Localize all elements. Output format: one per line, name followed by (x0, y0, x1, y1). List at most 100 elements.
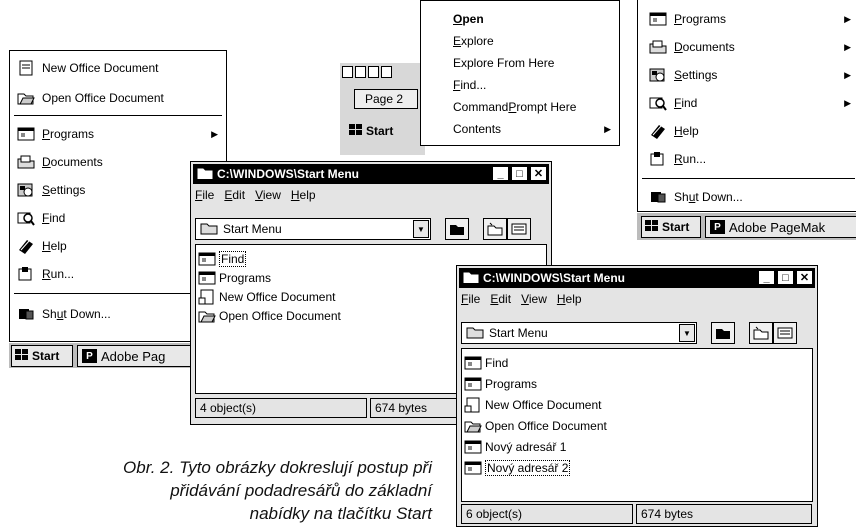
programs-folder-icon (198, 270, 216, 286)
menu-file[interactable]: File (461, 292, 480, 306)
menu-item-help[interactable]: Help (16, 235, 67, 257)
settings-icon (648, 66, 668, 84)
menu-item-label: Run... (42, 267, 75, 281)
align-icon[interactable] (368, 66, 379, 78)
chevron-down-icon[interactable]: ▼ (679, 324, 695, 342)
start-button-background[interactable]: Start (346, 119, 424, 143)
align-icon[interactable] (355, 66, 366, 78)
menu-item-label: Settings (42, 183, 86, 197)
up-folder-button[interactable] (711, 322, 735, 344)
menu-edit[interactable]: Edit (224, 188, 245, 202)
menu-item-documents[interactable]: Documents (16, 151, 103, 173)
menu-item-settings[interactable]: Settings (16, 179, 85, 201)
new-folder-button[interactable] (483, 218, 507, 240)
start-button[interactable]: Start (641, 216, 701, 238)
context-item-contents[interactable]: Contents ▶ (453, 119, 619, 139)
address-combo[interactable]: Start Menu ▼ (195, 218, 431, 240)
menu-item-label: New Office Document (42, 61, 159, 75)
find-icon (16, 209, 36, 227)
minimize-button[interactable]: _ (758, 270, 775, 285)
align-icon[interactable] (381, 66, 392, 78)
title-bar[interactable]: C:\WINDOWS\Start Menu _ □ ✕ (193, 164, 549, 184)
submenu-arrow-icon: ▶ (844, 97, 851, 108)
status-bar: 6 object(s) 674 bytes (461, 504, 812, 524)
find-icon (648, 94, 668, 112)
close-button[interactable]: ✕ (796, 270, 813, 285)
submenu-arrow-icon: ▶ (844, 13, 851, 24)
menu-help[interactable]: Help (557, 292, 582, 306)
context-item-explore-from-here[interactable]: Explore From Here (453, 53, 554, 73)
menu-item-find[interactable]: Find (16, 207, 65, 229)
window-title: C:\WINDOWS\Start Menu (217, 167, 359, 181)
menu-separator (642, 178, 855, 179)
chevron-down-icon[interactable]: ▼ (413, 220, 429, 238)
caption-line-3: nabídky na tlačítku Start (249, 504, 432, 523)
start-button[interactable]: Start (11, 345, 73, 367)
explorer-window-2: C:\WINDOWS\Start Menu _ □ ✕ File Edit Vi… (456, 265, 818, 527)
view-button[interactable] (773, 322, 797, 344)
submenu-arrow-icon: ▶ (604, 123, 611, 134)
open-folder-icon (16, 89, 36, 107)
run-icon (648, 150, 668, 168)
menu-item-find[interactable]: Find ▶ (648, 92, 856, 114)
menu-item-shut-down[interactable]: Shut Down... (648, 186, 743, 208)
menu-item-documents[interactable]: Documents ▶ (648, 36, 856, 58)
maximize-button[interactable]: □ (777, 270, 794, 285)
menu-file[interactable]: File (195, 188, 214, 202)
menu-item-open-office-document[interactable]: Open Office Document (16, 87, 164, 109)
menu-item-settings[interactable]: Settings ▶ (648, 64, 856, 86)
windows-logo-icon (645, 219, 659, 235)
menu-item-new-office-document[interactable]: New Office Document (16, 57, 159, 79)
programs-folder-icon (464, 376, 482, 392)
caption-line-2: přidávání podadresářů do základní (170, 481, 432, 500)
window-title: C:\WINDOWS\Start Menu (483, 271, 625, 285)
menu-view[interactable]: View (255, 188, 281, 202)
shut-down-icon (16, 305, 36, 323)
pagemaker-icon: P (82, 349, 97, 363)
maximize-button[interactable]: □ (511, 166, 528, 181)
file-list: Find Programs New Office Document Open O… (461, 348, 813, 502)
list-item[interactable]: Open Office Document (198, 306, 341, 325)
list-item[interactable]: Find (464, 353, 508, 372)
menu-bar: File Edit View Help (195, 186, 316, 204)
new-document-icon (16, 59, 36, 77)
context-item-command-prompt[interactable]: Command Prompt Here (453, 97, 576, 117)
background-toolbar: Page 2 Start (340, 63, 425, 155)
page-tab[interactable]: Page 2 (354, 89, 418, 109)
list-item[interactable]: Nový adresář 1 (464, 437, 566, 456)
title-bar[interactable]: C:\WINDOWS\Start Menu _ □ ✕ (459, 268, 815, 288)
up-folder-button[interactable] (445, 218, 469, 240)
context-item-open[interactable]: Open (453, 9, 484, 29)
menu-item-help[interactable]: Help (648, 120, 699, 142)
list-item[interactable]: Find (198, 249, 247, 268)
new-folder-button[interactable] (749, 322, 773, 344)
menu-help[interactable]: Help (291, 188, 316, 202)
list-item[interactable]: Programs (198, 268, 271, 287)
taskbar-app-button[interactable]: P Adobe PageMak (705, 216, 856, 238)
menu-item-label: Find (42, 211, 66, 225)
list-item[interactable]: New Office Document (198, 287, 336, 306)
folder-icon (466, 325, 484, 342)
help-book-icon (648, 122, 668, 140)
menu-item-run[interactable]: Run... (16, 263, 74, 285)
menu-item-label: Open Office Document (42, 91, 164, 105)
context-item-explore[interactable]: Explore (453, 31, 494, 51)
close-button[interactable]: ✕ (530, 166, 547, 181)
menu-item-programs[interactable]: Programs ▶ (16, 123, 226, 145)
context-item-find[interactable]: Find... (453, 75, 486, 95)
submenu-arrow-icon: ▶ (844, 41, 851, 52)
list-item[interactable]: New Office Document (464, 395, 602, 414)
windows-logo-icon (349, 123, 363, 139)
minimize-button[interactable]: _ (492, 166, 509, 181)
list-item[interactable]: Nový adresář 2 (464, 458, 571, 477)
list-item[interactable]: Programs (464, 374, 537, 393)
menu-view[interactable]: View (521, 292, 547, 306)
view-button[interactable] (507, 218, 531, 240)
align-icon[interactable] (342, 66, 353, 78)
list-item[interactable]: Open Office Document (464, 416, 607, 435)
menu-item-programs[interactable]: Programs ▶ (648, 8, 856, 30)
address-combo[interactable]: Start Menu ▼ (461, 322, 697, 344)
menu-item-shut-down[interactable]: Shut Down... (16, 303, 111, 325)
menu-edit[interactable]: Edit (490, 292, 511, 306)
menu-item-run[interactable]: Run... (648, 148, 706, 170)
